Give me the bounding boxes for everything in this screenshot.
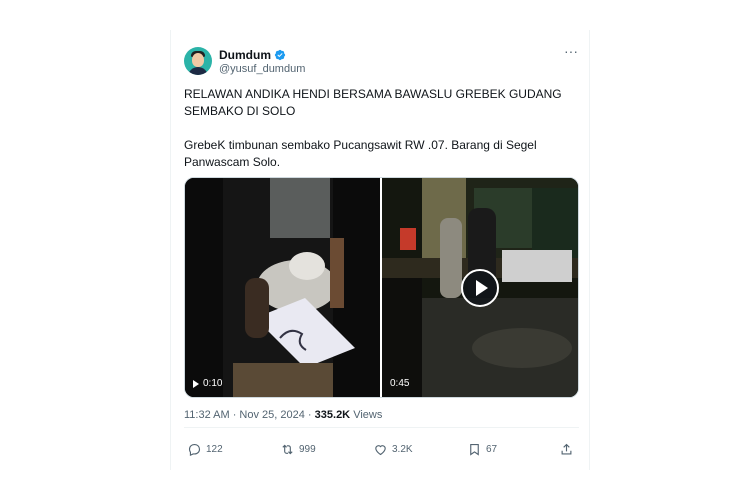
actions-divider — [184, 427, 579, 428]
repost-button[interactable]: 999 — [280, 442, 316, 457]
avatar[interactable] — [184, 47, 212, 75]
action-bar: 122 999 3.2K 67 — [184, 442, 579, 460]
tweet-text-line: GrebeK timbunan sembako Pucangsawit RW .… — [184, 138, 537, 152]
views-label: Views — [350, 409, 383, 421]
more-icon[interactable]: ··· — [563, 44, 579, 61]
video-thumbnail-1[interactable]: 0:10 — [185, 178, 380, 397]
video-1-duration: 0:10 — [193, 378, 222, 389]
like-icon — [375, 445, 386, 456]
tweet-meta: 11:32 AM · Nov 25, 2024 · 335.2K Views — [184, 409, 382, 421]
media-grid: 0:10 0:45 — [184, 177, 579, 398]
author-display-name[interactable]: Dumdum — [219, 48, 271, 62]
share-icon — [561, 443, 572, 455]
share-button[interactable] — [559, 442, 574, 457]
video-1-duration-label: 0:10 — [203, 378, 223, 389]
video-1-frame — [185, 178, 380, 397]
play-button[interactable] — [461, 269, 499, 307]
reply-icon — [188, 443, 201, 456]
author-name-row[interactable]: Dumdum — [219, 48, 286, 62]
reply-count: 122 — [206, 444, 223, 455]
bookmark-count: 67 — [486, 444, 498, 455]
bookmark-icon — [470, 443, 479, 456]
video-thumbnail-2[interactable]: 0:45 — [382, 178, 578, 397]
tweet-header: Dumdum @yusuf_dumdum ··· — [184, 44, 579, 77]
tweet-text-line: SEMBAKO DI SOLO — [184, 104, 296, 118]
like-button[interactable]: 3.2K — [373, 442, 413, 457]
author-handle[interactable]: @yusuf_dumdum — [219, 63, 305, 75]
tweet-text-line: Panwascam Solo. — [184, 155, 281, 169]
tweet-card: Dumdum @yusuf_dumdum ··· RELAWAN ANDIKA … — [170, 30, 590, 470]
tweet-text: RELAWAN ANDIKA HENDI BERSAMA BAWASLU GRE… — [184, 86, 576, 171]
views-count: 335.2K — [314, 409, 351, 421]
media-divider — [380, 178, 382, 397]
verified-badge-icon — [274, 49, 286, 61]
video-2-duration-label: 0:45 — [390, 378, 410, 389]
repost-icon — [282, 444, 293, 455]
video-2-duration: 0:45 — [390, 378, 409, 389]
reply-button[interactable]: 122 — [187, 442, 223, 457]
repost-count: 999 — [299, 444, 316, 455]
bookmark-button[interactable]: 67 — [467, 442, 497, 457]
tweet-timestamp[interactable]: 11:32 AM · Nov 25, 2024 · — [184, 409, 315, 421]
tweet-text-line: RELAWAN ANDIKA HENDI BERSAMA BAWASLU GRE… — [184, 87, 562, 101]
play-icon — [461, 269, 499, 307]
like-count: 3.2K — [392, 444, 413, 455]
play-icon — [193, 379, 199, 388]
